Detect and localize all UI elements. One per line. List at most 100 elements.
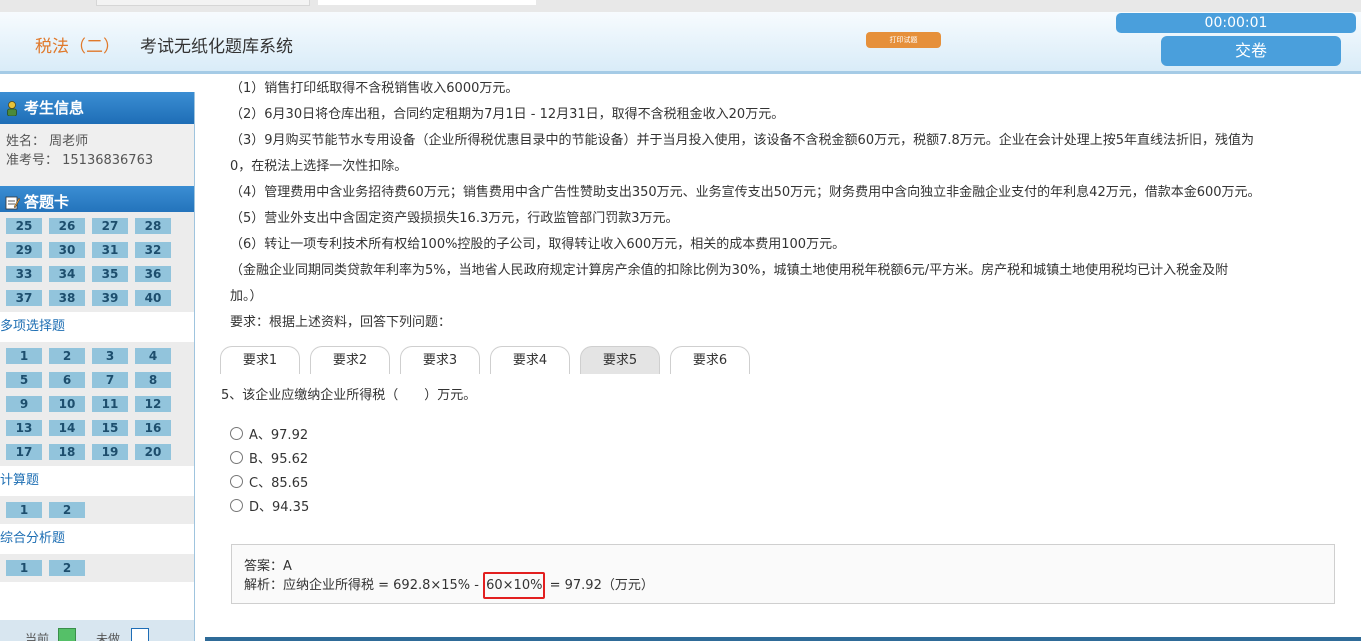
multi-question-cell[interactable]: 12 xyxy=(135,396,171,412)
comprehensive-question-cell[interactable]: 1 xyxy=(6,560,42,576)
print-button[interactable]: 打印试题 xyxy=(866,32,941,48)
option-label: B、95.62 xyxy=(249,452,309,467)
single-question-cell[interactable]: 25 xyxy=(6,218,42,234)
legend-undone-label: 未做 xyxy=(96,632,121,641)
comprehensive-question-cell[interactable]: 2 xyxy=(49,560,85,576)
edit-icon xyxy=(4,194,20,210)
single-question-cell[interactable]: 29 xyxy=(6,242,42,258)
candidate-info-title: 考生信息 xyxy=(24,99,85,117)
radio-button[interactable] xyxy=(230,427,243,440)
single-question-cell[interactable]: 27 xyxy=(92,218,128,234)
answer-card-row: 37 38 39 40 xyxy=(2,286,194,310)
multi-question-cell[interactable]: 2 xyxy=(49,348,85,364)
multi-question-cell[interactable]: 1 xyxy=(6,348,42,364)
material-line: （金融企业同期同类贷款年利率为5%，当地省人民政府规定计算房产余值的扣除比例为3… xyxy=(230,263,1229,278)
multi-question-cell[interactable]: 16 xyxy=(135,420,171,436)
answer-card-row: 25 26 27 28 xyxy=(2,214,194,238)
question-text: 5、该企业应缴纳企业所得税（ ）万元。 xyxy=(221,388,477,403)
single-question-cell[interactable]: 26 xyxy=(49,218,85,234)
multi-question-cell[interactable]: 5 xyxy=(6,372,42,388)
legend-current-label: 当前 xyxy=(25,632,50,641)
analysis-prefix: 解析：应纳企业所得税 = 692.8×15% - xyxy=(244,578,484,593)
tab-requirement-5[interactable]: 要求5 xyxy=(580,346,660,374)
browser-tab-active[interactable] xyxy=(318,0,536,5)
multi-question-cell[interactable]: 20 xyxy=(135,444,171,460)
exam-timer: 00:00:01 xyxy=(1116,13,1356,33)
tab-requirement-1[interactable]: 要求1 xyxy=(220,346,300,374)
analysis-suffix: = 97.92（万元） xyxy=(545,578,654,593)
single-question-cell[interactable]: 30 xyxy=(49,242,85,258)
option-label: C、85.65 xyxy=(249,476,309,491)
multi-question-cell[interactable]: 3 xyxy=(92,348,128,364)
legend: 当前 未做 xyxy=(0,620,194,641)
answer-card-row: 9 10 11 12 xyxy=(2,392,194,416)
multi-question-cell[interactable]: 10 xyxy=(49,396,85,412)
tab-requirement-6[interactable]: 要求6 xyxy=(670,346,750,374)
single-question-cell[interactable]: 32 xyxy=(135,242,171,258)
legend-undone-swatch xyxy=(131,628,149,641)
calc-question-cell[interactable]: 2 xyxy=(49,502,85,518)
exam-subject: 税法（二） xyxy=(35,37,120,57)
single-question-cell[interactable]: 35 xyxy=(92,266,128,282)
multi-question-cell[interactable]: 15 xyxy=(92,420,128,436)
option-label: A、97.92 xyxy=(249,428,309,443)
single-question-cell[interactable]: 33 xyxy=(6,266,42,282)
answer-line: 答案：A xyxy=(244,559,292,574)
system-title: 考试无纸化题库系统 xyxy=(140,37,293,57)
submit-exam-button[interactable]: 交卷 xyxy=(1161,36,1341,66)
multi-question-cell[interactable]: 7 xyxy=(92,372,128,388)
multi-question-cell[interactable]: 19 xyxy=(92,444,128,460)
multi-choice-grid: 1 2 3 4 5 6 7 8 9 10 11 12 13 14 15 16 17 18 19 20 xyxy=(0,342,194,466)
multi-question-cell[interactable]: 4 xyxy=(135,348,171,364)
analysis-line: 解析：应纳企业所得税 = 692.8×15% - 60×10% = 97.92（… xyxy=(244,572,1334,599)
comprehensive-label: 综合分析题 xyxy=(0,524,194,554)
answer-card-row: 12 xyxy=(2,556,194,580)
answer-card-row: 29 30 31 32 xyxy=(2,238,194,262)
option-c[interactable]: C、85.65 xyxy=(230,472,308,491)
single-question-cell[interactable]: 38 xyxy=(49,290,85,306)
multi-question-cell[interactable]: 8 xyxy=(135,372,171,388)
option-a[interactable]: A、97.92 xyxy=(230,424,308,443)
calc-question-cell[interactable]: 1 xyxy=(6,502,42,518)
single-question-cell[interactable]: 40 xyxy=(135,290,171,306)
multi-question-cell[interactable]: 18 xyxy=(49,444,85,460)
material-line: （2）6月30日将仓库出租，合同约定租期为7月1日 - 12月31日，取得不含税… xyxy=(230,107,785,122)
legend-current-swatch xyxy=(58,628,76,641)
answer-card-row: 13 14 15 16 xyxy=(2,416,194,440)
calc-label: 计算题 xyxy=(0,466,194,496)
option-d[interactable]: D、94.35 xyxy=(230,496,309,515)
calc-grid: 12 xyxy=(0,496,194,524)
comprehensive-grid: 12 xyxy=(0,554,194,582)
single-question-cell[interactable]: 28 xyxy=(135,218,171,234)
material-line: （5）营业外支出中含固定资产毁损损失16.3万元，行政监管部门罚款3万元。 xyxy=(230,211,679,226)
multi-question-cell[interactable]: 6 xyxy=(49,372,85,388)
radio-button[interactable] xyxy=(230,499,243,512)
answer-analysis-box: 答案：A 解析：应纳企业所得税 = 692.8×15% - 60×10% = 9… xyxy=(231,544,1335,604)
tab-requirement-4[interactable]: 要求4 xyxy=(490,346,570,374)
multi-question-cell[interactable]: 11 xyxy=(92,396,128,412)
candidate-info-header: 考生信息 xyxy=(0,92,194,124)
multi-question-cell[interactable]: 14 xyxy=(49,420,85,436)
multi-question-cell[interactable]: 17 xyxy=(6,444,42,460)
single-question-cell[interactable]: 34 xyxy=(49,266,85,282)
multi-question-cell[interactable]: 9 xyxy=(6,396,42,412)
tab-requirement-3[interactable]: 要求3 xyxy=(400,346,480,374)
single-question-cell[interactable]: 37 xyxy=(6,290,42,306)
browser-tab[interactable] xyxy=(96,0,310,6)
bottom-divider xyxy=(205,637,1361,641)
material-line: 加。） xyxy=(230,289,263,304)
option-b[interactable]: B、95.62 xyxy=(230,448,308,467)
single-question-cell[interactable]: 31 xyxy=(92,242,128,258)
radio-button[interactable] xyxy=(230,451,243,464)
candidate-name: 姓名： 周老师 xyxy=(6,134,89,149)
single-question-cell[interactable]: 36 xyxy=(135,266,171,282)
sidebar: 考生信息 姓名： 周老师 准考号： 15136836763 答题卡 25 26 27… xyxy=(0,92,195,641)
requirement-tabs: 要求1 要求2 要求3 要求4 要求5 要求6 xyxy=(220,346,760,374)
answer-card-row: 12 xyxy=(2,498,194,522)
radio-button[interactable] xyxy=(230,475,243,488)
answer-card-row: 5678 xyxy=(2,368,194,392)
candidate-info: 姓名： 周老师 准考号： 15136836763 xyxy=(0,124,194,186)
multi-question-cell[interactable]: 13 xyxy=(6,420,42,436)
single-question-cell[interactable]: 39 xyxy=(92,290,128,306)
tab-requirement-2[interactable]: 要求2 xyxy=(310,346,390,374)
